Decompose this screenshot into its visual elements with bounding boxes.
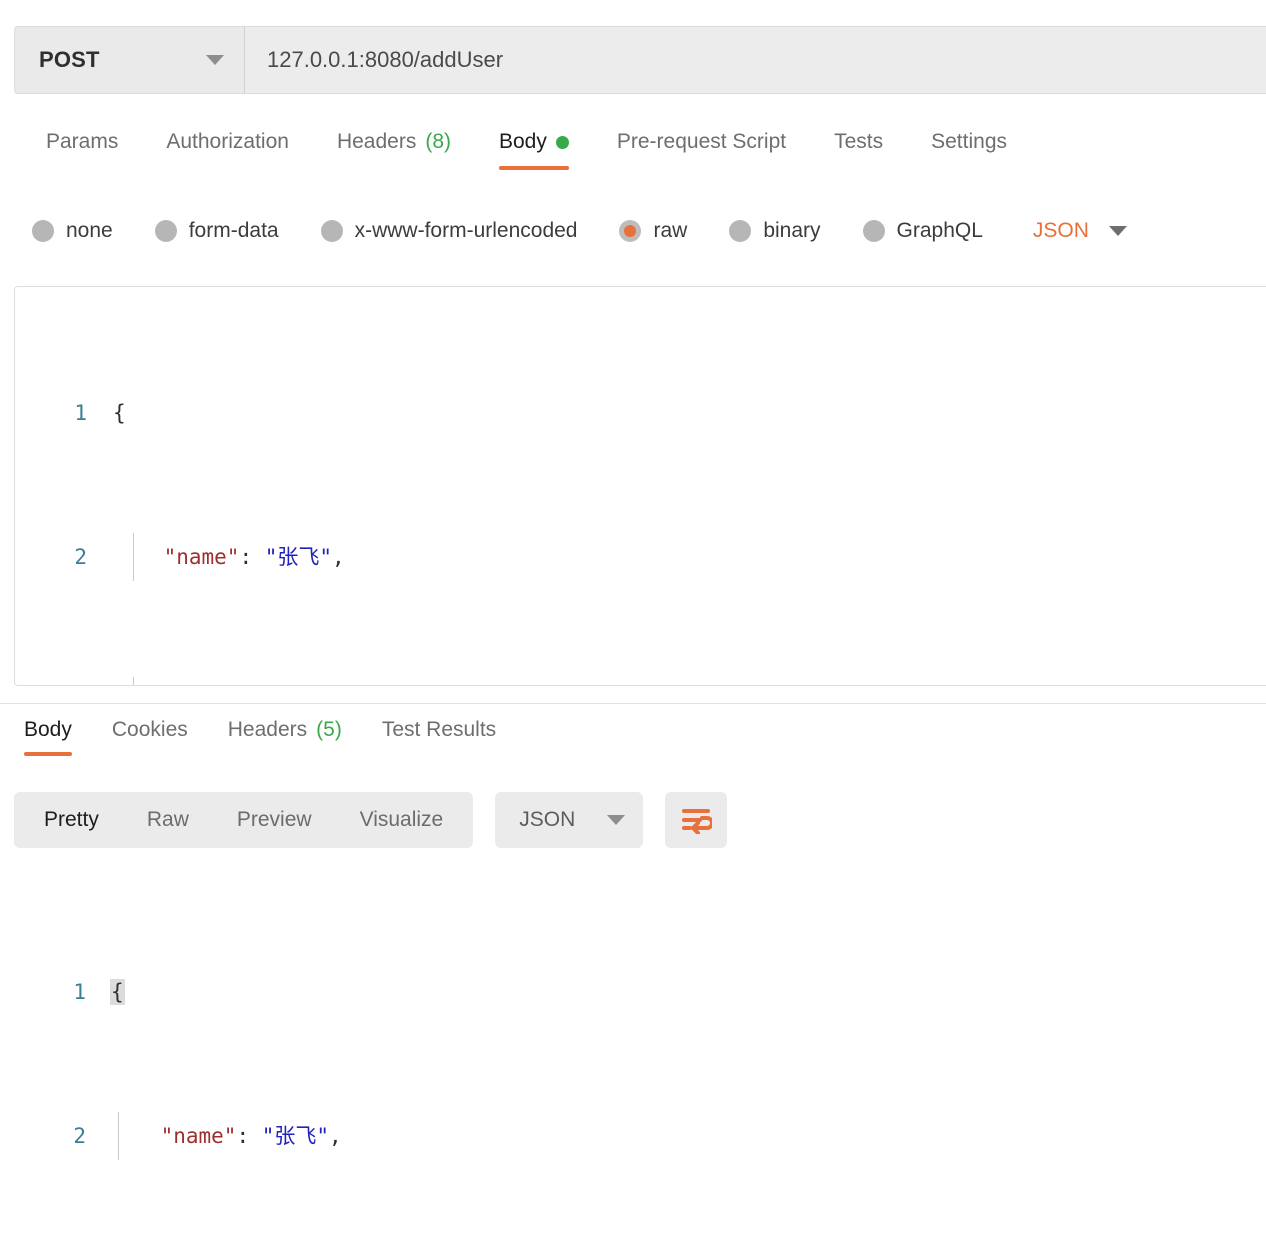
tab-authorization[interactable]: Authorization [142,126,313,170]
tab-params-label: Params [46,130,119,153]
view-mode-pretty-label: Pretty [44,808,99,831]
radio-binary-icon [729,220,752,242]
body-present-dot-icon [555,135,569,149]
json-comma: , [329,1124,342,1148]
json-colon: : [236,1124,250,1148]
radio-form-data-icon [154,220,177,242]
code-line: 2 "name": "张飞", [15,533,1266,581]
view-mode-preview-label: Preview [236,808,312,831]
code-line: 3 "age": 18, [15,677,1266,685]
body-type-graphql-label: GraphQL [896,219,983,242]
http-method-label: POST [39,47,100,72]
request-body-editor[interactable]: 1 { 2 "name": "张飞", 3 "age": 18, 4 "user… [14,286,1266,686]
body-type-x-www-form-urlencoded-label: x-www-form-urlencoded [354,219,578,242]
json-key-name: "name" [163,545,240,569]
tab-tests-label: Tests [834,130,884,153]
tab-settings[interactable]: Settings [907,126,1031,170]
tab-pre-request-script[interactable]: Pre-request Script [593,126,810,170]
body-type-form-data[interactable]: form-data [154,219,279,243]
wrap-lines-button[interactable] [665,792,728,848]
response-body-viewer[interactable]: 1 { 2 "name": "张飞", 3 "age": 18, 4 "user… [0,866,1266,1248]
panel-divider [0,703,1266,704]
json-comma: , [332,545,345,569]
response-tab-bar: Body Cookies Headers (5) Test Results [0,714,1266,770]
request-url-input[interactable]: 127.0.0.1:8080/addUser [244,26,1266,94]
body-type-raw-label: raw [653,219,688,242]
response-body-code: 1 { 2 "name": "张飞", 3 "age": 18, 4 "user… [0,866,1266,1248]
code-line: 1 { [0,974,1266,1010]
body-type-binary[interactable]: binary [729,219,821,243]
line-number: 1 [74,401,87,425]
tab-headers[interactable]: Headers (8) [313,126,475,170]
line-number: 2 [73,1124,86,1148]
code-line: 2 "name": "张飞", [0,1112,1266,1160]
chevron-down-icon [607,815,626,825]
json-value-name: "张飞" [261,1124,330,1148]
body-type-none-label: none [66,219,113,242]
request-url-bar: POST 127.0.0.1:8080/addUser [14,26,1266,94]
chevron-down-icon [1108,226,1127,236]
response-toolbar: Pretty Raw Preview Visualize JSON [14,792,728,848]
body-type-x-www-form-urlencoded[interactable]: x-www-form-urlencoded [320,219,578,243]
tab-body[interactable]: Body [475,126,593,170]
json-colon: : [239,545,253,569]
view-mode-visualize-label: Visualize [359,808,444,831]
radio-x-www-form-urlencoded-icon [320,220,343,242]
response-tab-test-results-label: Test Results [381,718,497,741]
response-tab-cookies-label: Cookies [111,718,188,741]
json-key-name: "name" [160,1124,237,1148]
code-line: 1 { [15,395,1266,431]
chevron-down-icon [206,55,224,65]
radio-none-icon [32,220,54,242]
view-mode-visualize[interactable]: Visualize [336,798,468,842]
response-tab-headers[interactable]: Headers (5) [208,714,362,756]
response-tab-body[interactable]: Body [4,714,92,756]
http-method-dropdown[interactable]: POST [14,26,244,94]
view-mode-raw[interactable]: Raw [123,798,213,842]
raw-format-dropdown[interactable]: JSON [1033,219,1127,243]
response-tab-headers-count: (5) [316,718,342,741]
response-view-mode-group: Pretty Raw Preview Visualize [14,792,474,848]
view-mode-preview[interactable]: Preview [213,798,336,842]
view-mode-pretty[interactable]: Pretty [20,798,123,842]
body-type-form-data-label: form-data [188,219,279,242]
line-number: 1 [73,980,86,1004]
tab-tests[interactable]: Tests [810,126,907,170]
radio-raw-icon [619,220,642,242]
tab-headers-label: Headers [336,130,417,153]
json-open-brace-matched: { [110,979,125,1005]
radio-graphql-icon [862,220,885,242]
tab-params[interactable]: Params [22,126,142,170]
json-open-brace: { [113,401,126,425]
tab-pre-request-script-label: Pre-request Script [616,130,787,153]
body-type-none[interactable]: none [32,219,113,243]
response-tab-test-results[interactable]: Test Results [362,714,516,756]
response-format-label: JSON [519,808,576,831]
line-number: 2 [74,545,87,569]
body-type-raw[interactable]: raw [619,219,687,243]
tab-authorization-label: Authorization [166,130,289,153]
raw-format-label: JSON [1032,219,1089,242]
response-tab-headers-label: Headers [227,718,308,741]
json-value-name: "张飞" [264,545,333,569]
body-type-binary-label: binary [763,219,821,242]
response-tab-body-label: Body [24,718,72,741]
request-body-code: 1 { 2 "name": "张飞", 3 "age": 18, 4 "user… [15,287,1266,685]
tab-headers-count: (8) [425,130,451,153]
wrap-lines-icon [682,809,713,834]
tab-settings-label: Settings [931,130,1008,153]
body-type-radio-group: none form-data x-www-form-urlencoded raw… [0,204,1266,258]
request-tab-bar: Params Authorization Headers (8) Body Pr… [0,126,1266,184]
response-format-dropdown[interactable]: JSON [495,792,644,848]
view-mode-raw-label: Raw [146,808,189,831]
body-type-graphql[interactable]: GraphQL [862,219,983,243]
line-number: 3 [15,683,109,685]
response-tab-cookies[interactable]: Cookies [92,714,208,756]
tab-body-label: Body [499,130,547,153]
